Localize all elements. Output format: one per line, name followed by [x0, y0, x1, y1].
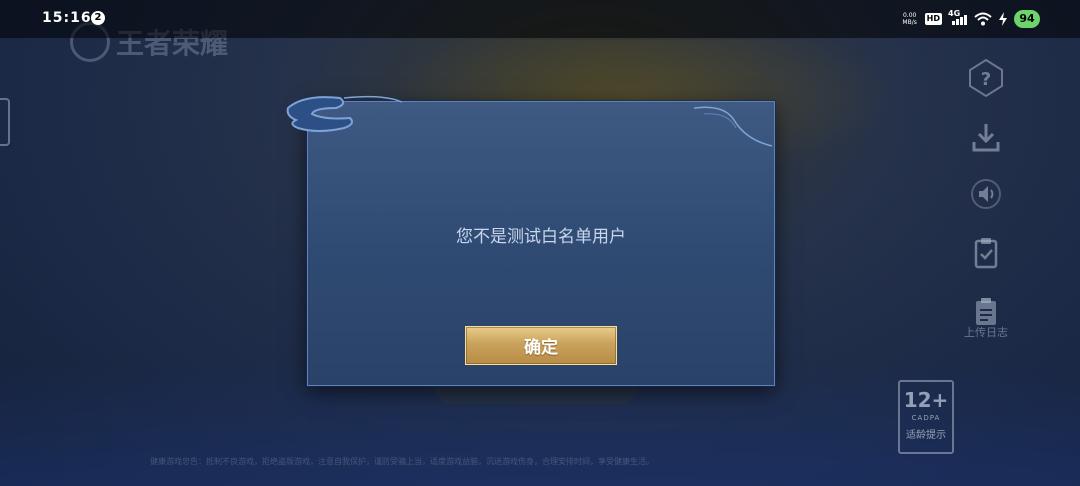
wifi-icon — [974, 12, 992, 26]
age-rating-label: 适龄提示 — [906, 430, 946, 441]
app-screen: 王者荣耀 ? 上传日志 12+ CADPA 适龄提示 健康游戏忠告：抵制不良游戏… — [0, 0, 1080, 486]
svg-text:?: ? — [981, 69, 991, 90]
dialog-message: 您不是测试白名单用户 — [456, 227, 626, 247]
alert-dialog: 您不是测试白名单用户 确定 — [286, 95, 775, 386]
age-rating-badge[interactable]: 12+ CADPA 适龄提示 — [898, 380, 954, 454]
health-notice: 健康游戏忠告：抵制不良游戏，拒绝盗版游戏，注意自我保护，谨防受骗上当，适度游戏益… — [150, 457, 654, 466]
age-rating: 12+ — [903, 388, 949, 412]
cellular-signal-icon: 4G — [948, 9, 968, 27]
download-icon[interactable] — [960, 118, 1012, 158]
status-bar: 15:16 2 0.00 MB/s HD 4G 94 — [0, 0, 1080, 38]
status-icons: 0.00 MB/s HD 4G 94 — [901, 9, 1040, 29]
left-panel-tab[interactable] — [0, 98, 10, 146]
confirm-button[interactable]: 确定 — [465, 326, 617, 365]
charging-icon — [998, 12, 1008, 26]
wave-ornament-icon — [694, 106, 773, 147]
upload-log-label[interactable]: 上传日志 — [960, 324, 1012, 340]
sound-icon[interactable] — [960, 174, 1012, 214]
notification-badge: 2 — [91, 11, 105, 25]
network-speed: 0.00 MB/s — [902, 12, 917, 26]
cloud-ornament-icon — [286, 95, 403, 132]
hd-icon: HD — [924, 13, 942, 25]
clipboard-icon[interactable] — [960, 234, 1012, 274]
battery-icon: 94 — [1014, 10, 1040, 28]
age-rating-org: CADPA — [911, 414, 941, 422]
status-time: 15:16 — [42, 10, 92, 26]
help-icon[interactable]: ? — [960, 58, 1012, 98]
